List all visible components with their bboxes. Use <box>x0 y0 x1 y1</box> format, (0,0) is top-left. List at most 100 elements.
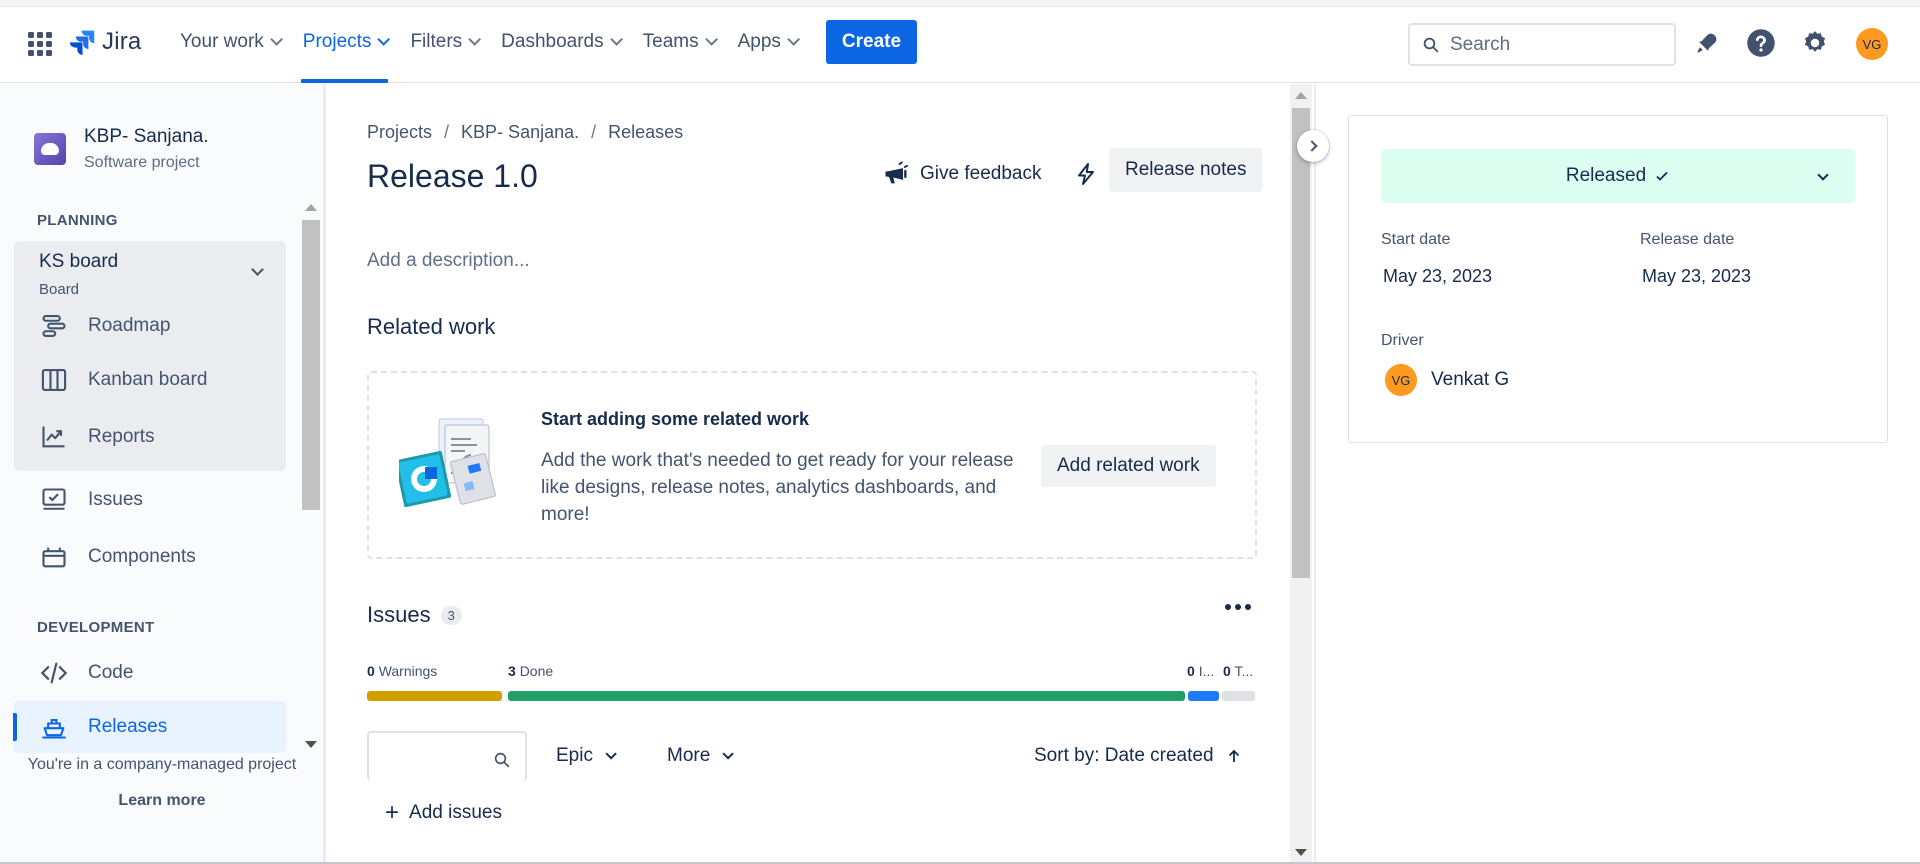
nav-label: Your work <box>180 30 264 52</box>
project-header[interactable]: KBP- Sanjana. Software project <box>34 126 209 172</box>
nav-label: Projects <box>302 30 372 52</box>
issue-filter-row: Epic More Sort by: Date created <box>327 84 1290 847</box>
code-icon <box>40 662 68 684</box>
scrollbar-thumb[interactable] <box>302 220 320 510</box>
sidebar-item-label: Releases <box>88 716 168 737</box>
driver-label: Driver <box>1381 332 1424 349</box>
driver-avatar: VG <box>1385 364 1417 396</box>
panel-divider <box>1314 84 1316 864</box>
status-label: Released <box>1565 165 1647 186</box>
sidebar-item-label: Reports <box>88 426 155 447</box>
sidebar-item-releases[interactable]: Releases <box>13 701 286 753</box>
issue-search-input[interactable] <box>367 731 527 781</box>
sidebar-scrollbar[interactable] <box>300 196 322 756</box>
scrollbar-thumb[interactable] <box>1292 108 1310 578</box>
release-status-dropdown[interactable]: Released <box>1381 149 1855 203</box>
sidebar-item-code[interactable]: Code <box>14 647 286 699</box>
sidebar-item-roadmap[interactable]: Roadmap <box>14 300 286 352</box>
chevron-down-icon <box>468 33 482 46</box>
components-icon <box>42 547 66 568</box>
scroll-up-arrow-icon[interactable] <box>1295 92 1307 99</box>
sidebar-item-label: Issues <box>88 489 143 510</box>
nav-label: Apps <box>737 30 781 52</box>
driver-field[interactable]: VG Venkat G <box>1385 364 1509 396</box>
plus-icon: + <box>385 799 400 826</box>
more-filter[interactable]: More <box>667 745 735 767</box>
reports-icon <box>42 426 65 448</box>
search-box[interactable] <box>1408 23 1676 66</box>
project-sidebar: KBP- Sanjana. Software project PLANNING … <box>0 84 326 864</box>
chevron-down-icon <box>704 33 718 46</box>
sidebar-item-label: Code <box>88 662 134 683</box>
search-input[interactable] <box>1450 33 1660 56</box>
project-type: Software project <box>84 154 200 171</box>
main-scrollbar[interactable] <box>1290 84 1312 864</box>
arrow-up-icon <box>1228 749 1239 762</box>
nav-dashboards[interactable]: Dashboards <box>489 0 630 83</box>
sidebar-item-label: Roadmap <box>88 315 171 336</box>
create-button[interactable]: Create <box>825 19 918 64</box>
chevron-down-icon <box>270 33 283 46</box>
jira-logo[interactable]: Jira <box>68 28 141 56</box>
chevron-down-icon <box>722 748 735 760</box>
settings-gear-icon[interactable] <box>1800 28 1830 58</box>
sidebar-item-label: Kanban board <box>88 369 208 390</box>
start-date-value[interactable]: May 23, 2023 <box>1383 266 1492 287</box>
sort-label: Sort by: Date created <box>1034 745 1214 766</box>
nav-projects[interactable]: Projects <box>291 0 399 83</box>
search-icon <box>1423 37 1439 52</box>
user-avatar[interactable]: VG <box>1856 28 1888 60</box>
chevron-down-icon <box>787 33 800 46</box>
top-navigation: Jira Your work Projects Filters Dashboar… <box>0 0 1920 83</box>
chevron-down-icon <box>609 33 623 46</box>
release-main: Projects / KBP- Sanjana. / Releases Rele… <box>327 84 1290 864</box>
chevron-down-icon[interactable] <box>251 263 264 276</box>
help-icon[interactable] <box>1746 28 1776 58</box>
nav-label: Filters <box>410 30 463 52</box>
chevron-down-icon <box>377 33 391 46</box>
board-title[interactable]: KS board <box>39 251 118 273</box>
jira-wordmark: Jira <box>102 28 142 55</box>
scroll-down-arrow-icon[interactable] <box>305 741 317 748</box>
start-date-label: Start date <box>1381 231 1451 248</box>
jira-logo-icon <box>69 30 95 55</box>
development-heading: DEVELOPMENT <box>37 619 155 636</box>
nav-label: Dashboards <box>501 30 604 52</box>
epic-filter[interactable]: Epic <box>556 745 617 767</box>
driver-name: Venkat G <box>1431 369 1510 390</box>
company-managed-note: You're in a company-managed project <box>27 756 297 773</box>
release-date-value[interactable]: May 23, 2023 <box>1642 266 1751 287</box>
add-issues-label: Add issues <box>409 802 502 823</box>
nav-apps[interactable]: Apps <box>726 0 808 83</box>
issues-icon <box>42 488 66 510</box>
project-avatar-icon <box>34 133 66 165</box>
sidebar-item-kanban-board[interactable]: Kanban board <box>14 354 286 406</box>
nav-your-work[interactable]: Your work <box>168 0 291 83</box>
primary-nav: Your work Projects Filters Dashboards Te… <box>168 0 918 83</box>
nav-label: Teams <box>642 30 699 52</box>
project-name: KBP- Sanjana. <box>84 126 209 147</box>
planning-heading: PLANNING <box>37 212 118 229</box>
chevron-right-icon <box>1305 140 1318 152</box>
collapse-panel-button[interactable] <box>1297 130 1329 162</box>
scroll-up-arrow-icon[interactable] <box>305 204 317 211</box>
releases-icon <box>42 718 66 739</box>
board-subtitle: Board <box>39 281 80 298</box>
sidebar-footer: You're in a company-managed project Lear… <box>0 756 324 810</box>
scroll-down-arrow-icon[interactable] <box>1295 849 1307 856</box>
sidebar-item-label: Components <box>88 546 196 567</box>
nav-filters[interactable]: Filters <box>398 0 489 83</box>
learn-more-link[interactable]: Learn more <box>0 792 324 810</box>
release-details-card: Released Start date May 23, 2023 Release… <box>1348 115 1888 443</box>
add-issues-button[interactable]: + Add issues <box>385 799 502 826</box>
app-switcher-icon[interactable] <box>28 32 52 56</box>
sidebar-item-issues[interactable]: Issues <box>14 474 286 526</box>
sidebar-item-reports[interactable]: Reports <box>14 411 286 463</box>
sidebar-item-components[interactable]: Components <box>14 531 286 583</box>
search-icon <box>494 752 510 768</box>
nav-teams[interactable]: Teams <box>631 0 726 83</box>
notifications-bell-icon[interactable] <box>1692 28 1722 58</box>
epic-filter-label: Epic <box>556 745 593 766</box>
roadmap-icon <box>42 315 66 337</box>
sort-by-control[interactable]: Sort by: Date created <box>1034 745 1242 767</box>
